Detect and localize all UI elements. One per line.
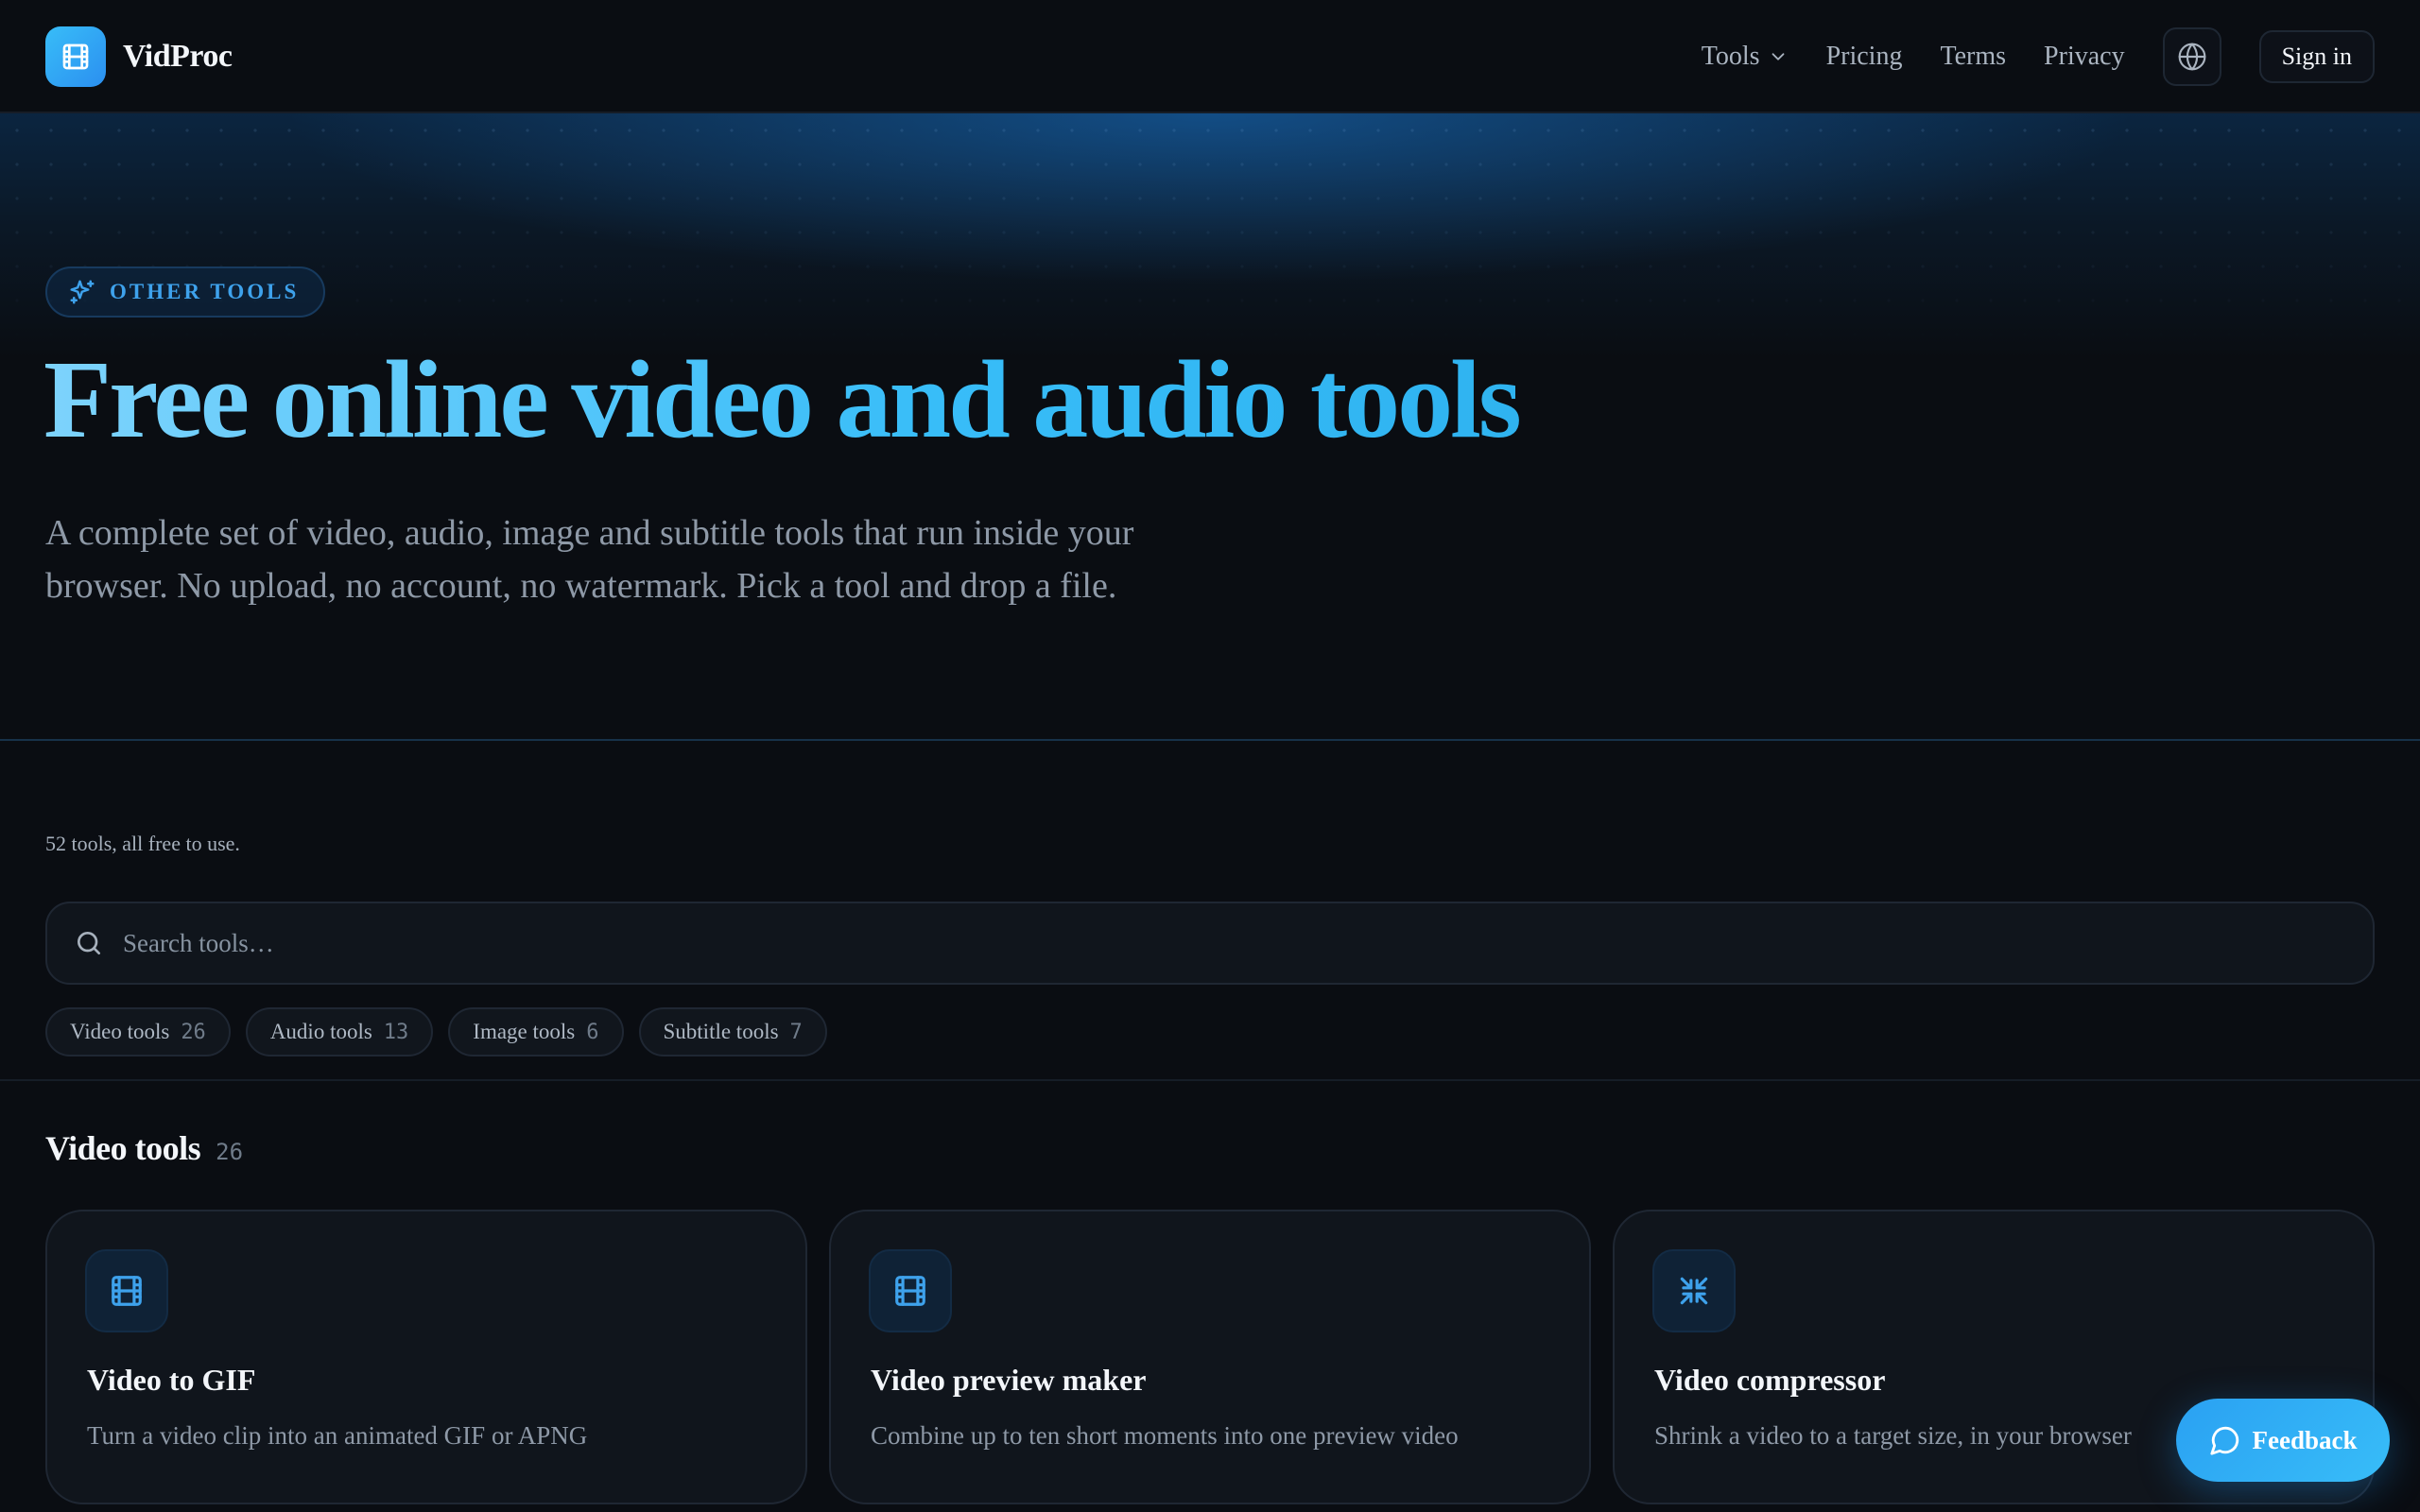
filter-chip-audio-tools[interactable]: Audio tools 13 [245, 1007, 434, 1057]
brand-name: VidProc [123, 39, 233, 74]
tools-count-note: 52 tools, all free to use. [45, 832, 240, 855]
page-subtitle-line-2: browser. No upload, no account, no water… [45, 566, 1117, 606]
filter-chip-label: Video tools [70, 1020, 170, 1043]
section-title: Video tools [45, 1129, 201, 1167]
main-nav: Tools Pricing Terms Privacy Sign in [1702, 0, 2375, 113]
filter-chip-count: 13 [383, 1020, 409, 1044]
film-icon [85, 1249, 168, 1332]
chevron-down-icon [1772, 53, 1784, 60]
feedback-button[interactable]: Feedback [2176, 1399, 2390, 1482]
search-input[interactable] [123, 915, 2373, 971]
filter-chip-count: 6 [586, 1020, 599, 1044]
top-navbar: VidProc Tools Pricing Terms Privacy Sign… [0, 0, 2420, 113]
film-icon [45, 26, 106, 87]
brand-link[interactable]: VidProc [45, 26, 233, 87]
film-icon [869, 1249, 952, 1332]
tool-card-title: Video compressor [1654, 1363, 1886, 1397]
compress-icon [1652, 1249, 1736, 1332]
chat-bubble-icon [2209, 1426, 2238, 1455]
page-subtitle-line-1: A complete set of video, audio, image an… [45, 513, 1134, 553]
filter-chip-count: 7 [789, 1020, 803, 1044]
video-tools-heading: Video tools 26 [45, 1128, 243, 1168]
category-filters: Video tools 26 Audio tools 13 Image tool… [45, 1007, 842, 1057]
tool-card-description: Turn a video clip into an animated GIF o… [87, 1421, 588, 1450]
nav-terms-link[interactable]: Terms [1940, 42, 2006, 72]
filter-chip-subtitle-tools[interactable]: Subtitle tools 7 [638, 1007, 827, 1057]
sparkles-icon [70, 280, 95, 304]
tool-card-description: Combine up to ten short moments into one… [871, 1421, 1459, 1450]
filter-chip-label: Subtitle tools [663, 1020, 779, 1043]
page-subtitle: A complete set of video, audio, image an… [45, 507, 1274, 612]
language-button[interactable] [2162, 27, 2221, 86]
section-divider [0, 1079, 2420, 1081]
search-bar[interactable] [45, 902, 2375, 985]
filter-chip-label: Audio tools [269, 1020, 372, 1043]
tool-card-description: Shrink a video to a target size, in your… [1654, 1421, 2132, 1450]
page-title: Free online video and audio tools [43, 337, 1522, 461]
sign-in-button[interactable]: Sign in [2258, 30, 2375, 83]
category-badge-label: OTHER TOOLS [110, 280, 300, 303]
search-icon [78, 932, 100, 954]
filter-chip-image-tools[interactable]: Image tools 6 [448, 1007, 624, 1057]
nav-tools-dropdown[interactable]: Tools [1702, 42, 1789, 72]
tool-card-video-to-gif[interactable]: Video to GIF Turn a video clip into an a… [45, 1210, 807, 1504]
tool-card-video-preview-maker[interactable]: Video preview maker Combine up to ten sh… [829, 1210, 1591, 1504]
nav-privacy-link[interactable]: Privacy [2044, 42, 2125, 72]
nav-pricing-link[interactable]: Pricing [1826, 42, 1903, 72]
nav-tools-label: Tools [1701, 42, 1760, 71]
tool-card-title: Video preview maker [871, 1363, 1147, 1397]
tool-card-title: Video to GIF [87, 1363, 256, 1397]
hero-dot-pattern [0, 113, 2420, 350]
section-count: 26 [216, 1139, 244, 1165]
category-badge: OTHER TOOLS [45, 266, 326, 318]
filter-chip-label: Image tools [473, 1020, 576, 1043]
filter-chip-count: 26 [181, 1020, 206, 1044]
globe-icon [2178, 43, 2205, 71]
filter-chip-video-tools[interactable]: Video tools 26 [45, 1007, 231, 1057]
hero-section: OTHER TOOLS Free online video and audio … [0, 113, 2420, 741]
feedback-label: Feedback [2252, 1425, 2358, 1454]
